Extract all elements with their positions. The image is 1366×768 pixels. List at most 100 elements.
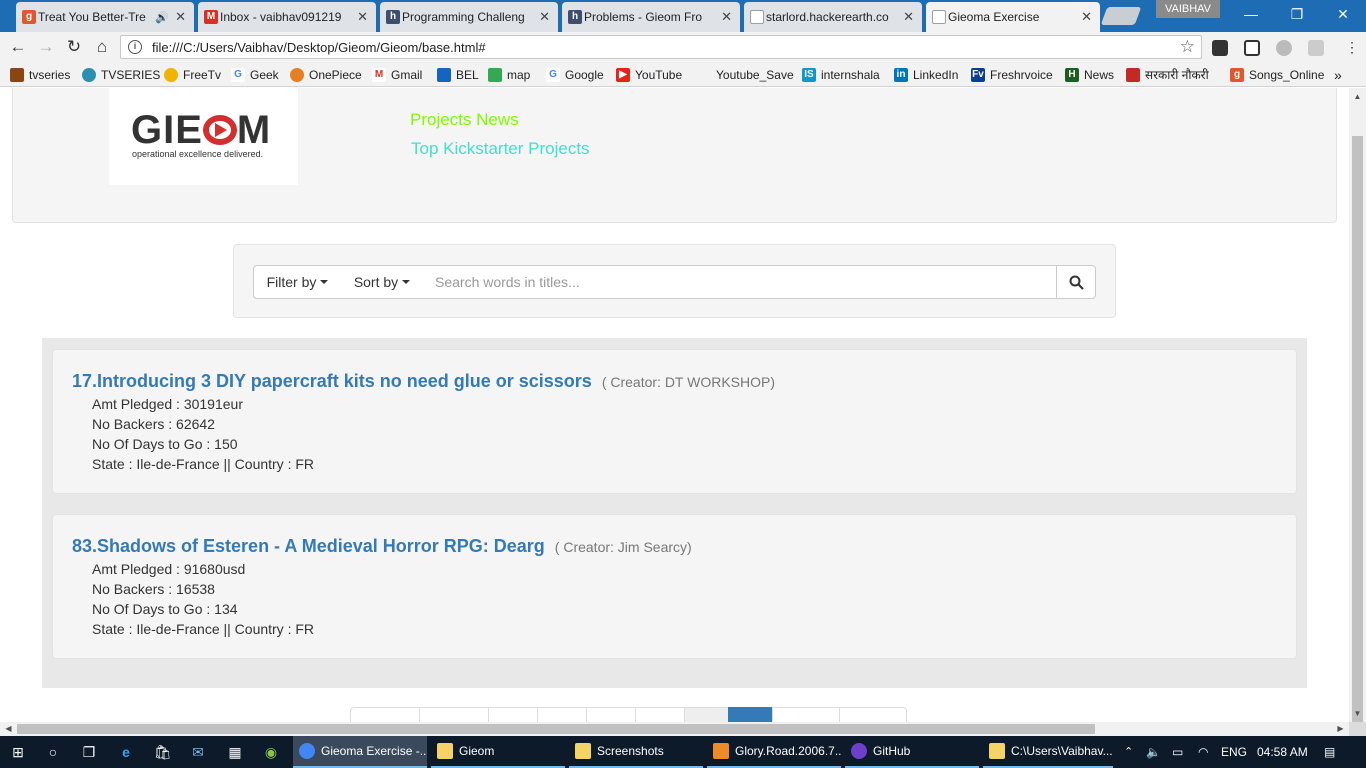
bookmark-freshrvoice[interactable]: Fv Freshrvoice bbox=[971, 66, 1053, 83]
wifi-icon[interactable]: ◠ bbox=[1198, 736, 1208, 768]
taskbar-explorer-path[interactable]: C:\Users\Vaibhav... bbox=[983, 736, 1113, 768]
horizontal-scrollbar[interactable]: ◀ ▶ bbox=[0, 722, 1349, 736]
url-text[interactable]: file:///C:/Users/Vaibhav/Desktop/Gieom/G… bbox=[152, 40, 1180, 55]
scroll-right-icon[interactable]: ▶ bbox=[1332, 722, 1349, 736]
bookmark-onepiece[interactable]: OnePiece bbox=[290, 66, 362, 83]
nav-top-kickstarter[interactable]: Top Kickstarter Projects bbox=[411, 139, 590, 159]
page-link[interactable] bbox=[635, 707, 685, 722]
page-link[interactable] bbox=[350, 707, 420, 722]
language-indicator[interactable]: ENG bbox=[1221, 736, 1247, 768]
task-view-icon[interactable]: ❐ bbox=[81, 744, 97, 760]
bookmark-gmail[interactable]: M Gmail bbox=[372, 66, 422, 83]
speaker-icon[interactable]: 🔊 bbox=[155, 11, 169, 24]
calculator-icon[interactable]: ▦ bbox=[227, 744, 243, 760]
forward-icon[interactable]: → bbox=[34, 36, 58, 58]
page-link[interactable] bbox=[684, 707, 729, 722]
close-window-icon[interactable]: ✕ bbox=[1320, 0, 1366, 28]
filter-dropdown[interactable]: Filter by bbox=[253, 265, 342, 299]
bookmark-sarkari-naukri[interactable]: सरकारी नौकरी bbox=[1126, 66, 1209, 83]
bookmark-news[interactable]: H News bbox=[1065, 66, 1114, 83]
volume-icon[interactable]: 🔈 bbox=[1146, 736, 1161, 768]
snip-icon[interactable]: ◉ bbox=[263, 744, 279, 760]
page-link[interactable] bbox=[537, 707, 587, 722]
nav-projects-news[interactable]: Projects News bbox=[410, 110, 519, 130]
browser-toolbar: ← → ↻ ⌂ i file:///C:/Users/Vaibhav/Deskt… bbox=[0, 32, 1366, 62]
battery-icon[interactable]: ▭ bbox=[1172, 736, 1183, 768]
sort-dropdown[interactable]: Sort by bbox=[341, 265, 424, 299]
bookmark-tvseries[interactable]: tvseries bbox=[10, 66, 70, 83]
bookmark-tvseries-caps[interactable]: TVSERIES bbox=[82, 66, 160, 83]
extension-pdf-icon[interactable] bbox=[1308, 40, 1324, 56]
bookmark-star-icon[interactable]: ☆ bbox=[1180, 37, 1195, 57]
close-icon[interactable]: ✕ bbox=[175, 9, 186, 25]
tray-overflow-icon[interactable]: ⌃ bbox=[1124, 736, 1133, 768]
bookmark-bel[interactable]: BEL bbox=[437, 66, 479, 83]
bookmarks-overflow-icon[interactable]: » bbox=[1334, 66, 1342, 83]
new-tab-button[interactable] bbox=[1100, 7, 1142, 25]
bookmark-linkedin[interactable]: in LinkedIn bbox=[894, 66, 958, 83]
project-creator: ( Creator: DT WORKSHOP) bbox=[601, 374, 776, 390]
taskbar-screenshots-folder[interactable]: Screenshots bbox=[569, 736, 703, 768]
page-link[interactable] bbox=[586, 707, 636, 722]
vertical-scrollbar[interactable]: ▲ ▼ bbox=[1349, 88, 1366, 722]
taskbar-gieom-folder[interactable]: Gieom bbox=[431, 736, 565, 768]
close-icon[interactable]: ✕ bbox=[721, 9, 732, 25]
bookmark-youtube-save[interactable]: Youtube_Save bbox=[716, 66, 794, 83]
bookmark-geek[interactable]: G Geek bbox=[231, 66, 279, 83]
windows-start-icon[interactable]: ⊞ bbox=[10, 744, 26, 760]
cortana-icon[interactable]: ○ bbox=[45, 744, 61, 760]
restore-icon[interactable]: ❐ bbox=[1274, 0, 1320, 28]
page-link[interactable] bbox=[488, 707, 538, 722]
scroll-down-icon[interactable]: ▼ bbox=[1349, 705, 1366, 722]
extension-box-icon[interactable] bbox=[1244, 40, 1260, 56]
taskbar-github[interactable]: GitHub bbox=[845, 736, 979, 768]
project-title[interactable]: 83.Shadows of Esteren - A Medieval Horro… bbox=[72, 536, 545, 556]
tab-inbox[interactable]: M Inbox - vaibhav091219 ✕ bbox=[198, 2, 376, 32]
search-button[interactable] bbox=[1056, 265, 1096, 299]
scrollbar-thumb[interactable] bbox=[1352, 136, 1363, 722]
project-title[interactable]: 17.Introducing 3 DIY papercraft kits no … bbox=[72, 371, 592, 391]
profile-badge[interactable]: VAIBHAV bbox=[1156, 0, 1220, 18]
close-icon[interactable]: ✕ bbox=[903, 9, 914, 25]
clock[interactable]: 04:58 AM bbox=[1257, 736, 1308, 768]
close-icon[interactable]: ✕ bbox=[539, 9, 550, 25]
page-link[interactable] bbox=[419, 707, 489, 722]
outlook-icon[interactable]: ✉ bbox=[190, 744, 206, 760]
close-icon[interactable]: ✕ bbox=[1081, 9, 1092, 25]
extension-incognito-icon[interactable] bbox=[1212, 40, 1228, 56]
info-icon[interactable]: i bbox=[128, 40, 142, 54]
close-icon[interactable]: ✕ bbox=[357, 9, 368, 25]
tab-starlord[interactable]: starlord.hackerearth.co ✕ bbox=[744, 2, 922, 32]
bookmark-internshala[interactable]: IS internshala bbox=[802, 66, 880, 83]
scrollbar-thumb[interactable] bbox=[17, 724, 1095, 734]
back-icon[interactable]: ← bbox=[6, 36, 30, 58]
reload-icon[interactable]: ↻ bbox=[62, 36, 86, 58]
menu-icon[interactable]: ⋮ bbox=[1340, 36, 1364, 58]
taskbar-vlc[interactable]: Glory.Road.2006.7... bbox=[707, 736, 841, 768]
bookmark-freetv[interactable]: FreeTv bbox=[164, 66, 221, 83]
address-bar[interactable]: i file:///C:/Users/Vaibhav/Desktop/Gieom… bbox=[120, 35, 1202, 59]
scroll-up-icon[interactable]: ▲ bbox=[1349, 88, 1366, 105]
tab-problems[interactable]: h Problems - Gieom Fro ✕ bbox=[562, 2, 740, 32]
edge-icon[interactable]: e bbox=[118, 744, 134, 760]
bookmark-youtube[interactable]: ▶ YouTube bbox=[616, 66, 682, 83]
tab-programming-challenges[interactable]: h Programming Challeng ✕ bbox=[380, 2, 558, 32]
page-link-active[interactable] bbox=[728, 707, 773, 722]
gieom-logo[interactable]: GIE M operational excellence delivered. bbox=[109, 88, 298, 185]
home-icon[interactable]: ⌂ bbox=[90, 36, 114, 58]
taskbar-chrome[interactable]: Gieoma Exercise -... bbox=[293, 736, 427, 768]
tab-gieoma-exercise[interactable]: Gieoma Exercise ✕ bbox=[926, 2, 1100, 32]
extension-cloud-icon[interactable] bbox=[1276, 40, 1292, 56]
tab-treat-you-better[interactable]: g Treat You Better-Tre 🔊 ✕ bbox=[16, 2, 194, 32]
notifications-icon[interactable]: ▤ bbox=[1324, 736, 1335, 768]
page-link[interactable] bbox=[772, 707, 840, 722]
bookmark-google[interactable]: G Google bbox=[546, 66, 604, 83]
store-icon[interactable]: 🛍 bbox=[154, 744, 172, 760]
minimize-icon[interactable]: — bbox=[1228, 0, 1274, 28]
scroll-left-icon[interactable]: ◀ bbox=[0, 722, 17, 736]
bookmark-map[interactable]: map bbox=[488, 66, 530, 83]
page-link[interactable] bbox=[839, 707, 907, 722]
bookmark-songs-online[interactable]: g Songs_Online bbox=[1230, 66, 1324, 83]
search-input[interactable]: Search words in titles... bbox=[423, 265, 1057, 299]
gmail-icon: M bbox=[372, 67, 386, 82]
